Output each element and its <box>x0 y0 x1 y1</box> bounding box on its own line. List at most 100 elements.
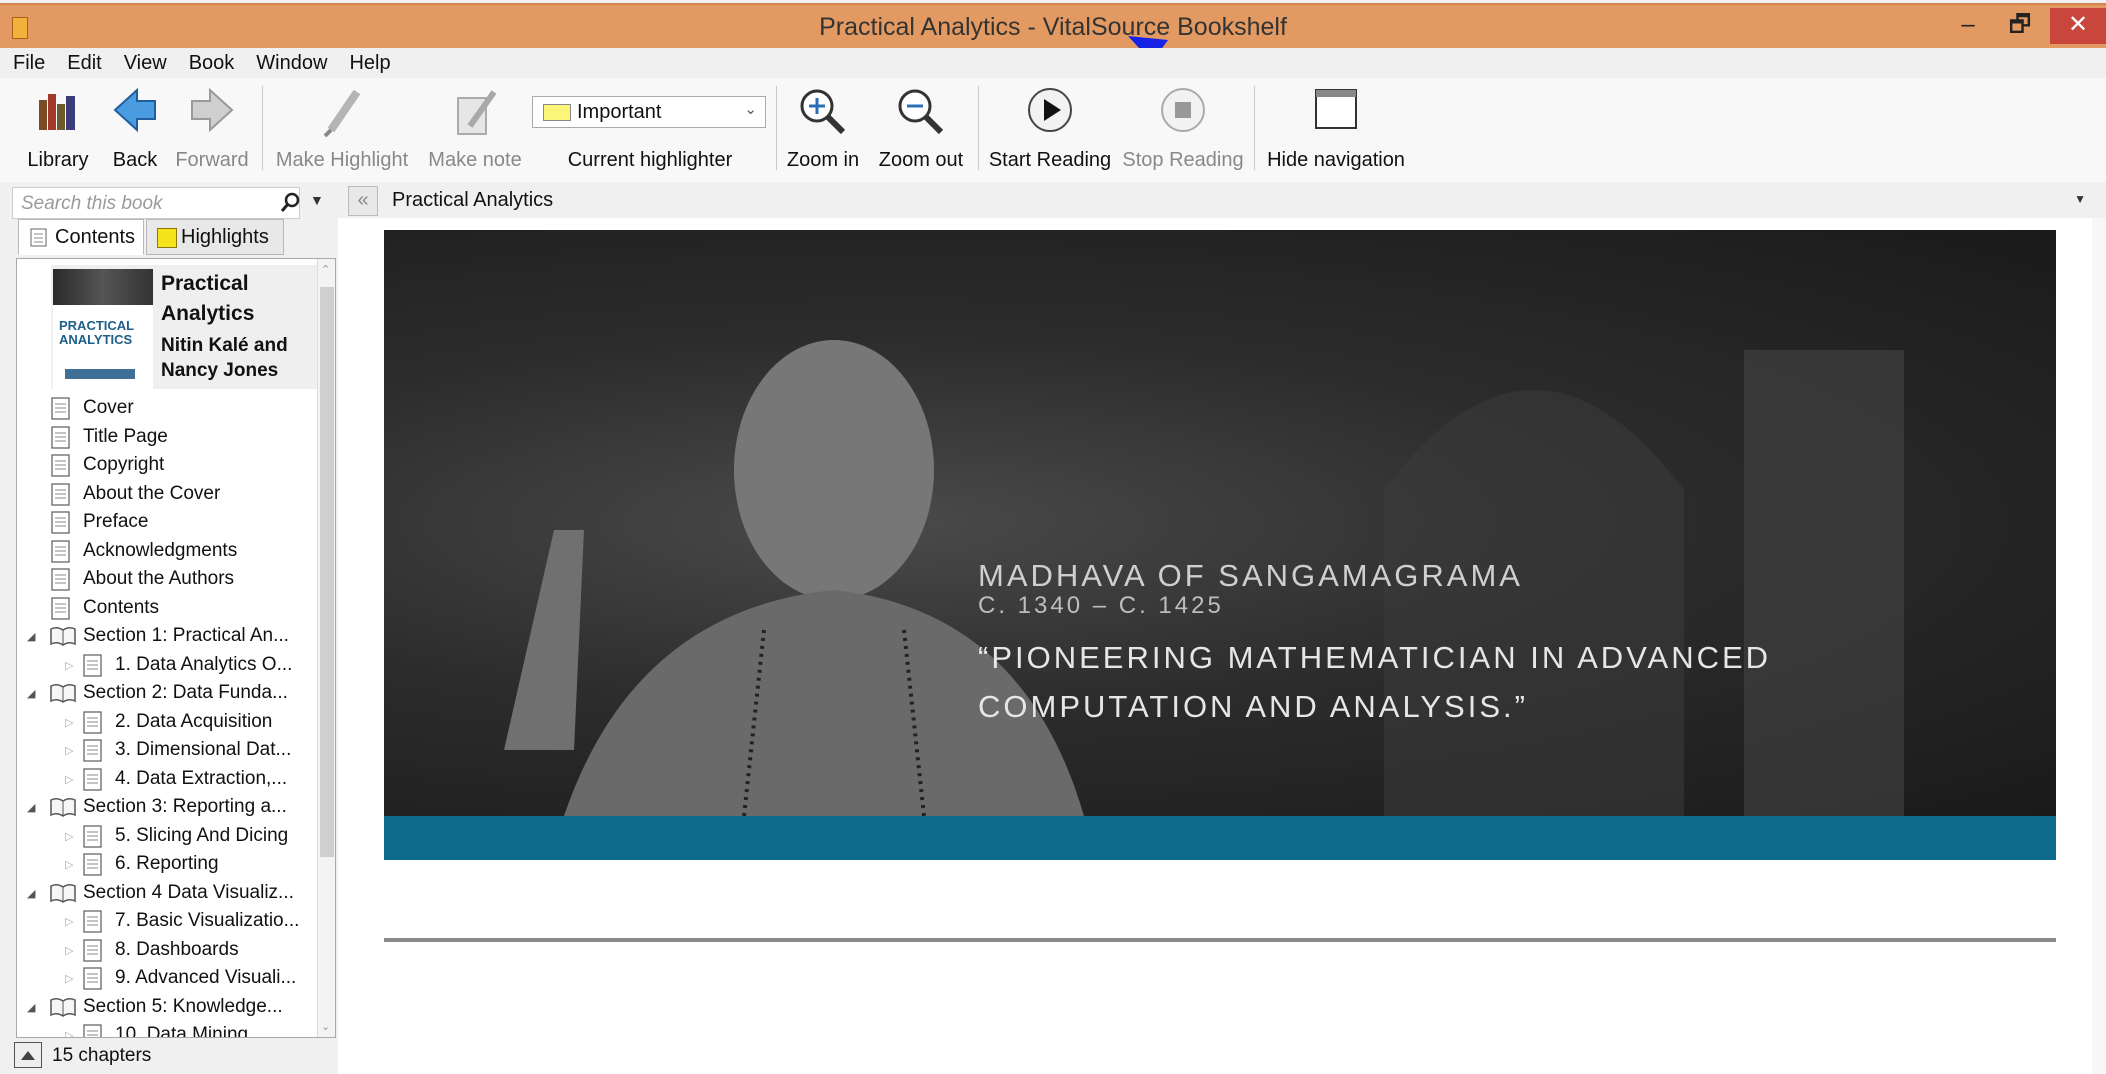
contents-tree: PRACTICAL ANALYTICS Practical Analytics Ni… <box>16 258 336 1038</box>
collapse-panel-button[interactable]: « <box>348 186 378 216</box>
tree-page-item[interactable]: Cover <box>17 395 317 423</box>
search-icon[interactable] <box>279 192 301 214</box>
close-button[interactable]: ✕ <box>2050 8 2106 44</box>
tree-page-item[interactable]: About the Cover <box>17 481 317 509</box>
tree-chapter-item[interactable]: ▷ 1. Data Analytics O... <box>17 652 317 680</box>
tree-chapter-item[interactable]: ▷ 8. Dashboards <box>17 937 317 965</box>
tree-item-label: Section 2: Data Funda... <box>83 682 288 703</box>
collapsed-triangle-icon[interactable]: ▷ <box>65 830 73 843</box>
collapsed-triangle-icon[interactable]: ▷ <box>65 972 73 985</box>
make-highlight-button[interactable]: Make Highlight <box>270 78 414 182</box>
tree-section-item[interactable]: ◢ Section 4 Data Visualiz... <box>17 880 317 908</box>
expanded-triangle-icon[interactable]: ◢ <box>27 630 35 643</box>
book-open-icon <box>50 683 76 703</box>
tree-chapter-item[interactable]: ▷ 3. Dimensional Dat... <box>17 737 317 765</box>
collapsed-triangle-icon[interactable]: ▷ <box>65 659 73 672</box>
zoom-out-icon <box>898 89 944 135</box>
page-icon <box>83 824 102 848</box>
tree-item-label: Section 1: Practical An... <box>83 625 289 646</box>
tree-chapter-item[interactable]: ▷ 2. Data Acquisition <box>17 709 317 737</box>
collapsed-triangle-icon[interactable]: ▷ <box>65 944 73 957</box>
tab-contents[interactable]: Contents <box>18 219 144 255</box>
tab-highlights[interactable]: Highlights <box>146 219 284 255</box>
tree-section-item[interactable]: ◢ Section 5: Knowledge... <box>17 994 317 1022</box>
expanded-triangle-icon[interactable]: ◢ <box>27 1001 35 1014</box>
expanded-triangle-icon[interactable]: ◢ <box>27 687 35 700</box>
menu-view[interactable]: View <box>111 48 176 75</box>
tree-page-item[interactable]: About the Authors <box>17 566 317 594</box>
menu-file[interactable]: File <box>0 48 54 75</box>
expanded-triangle-icon[interactable]: ◢ <box>27 887 35 900</box>
collapsed-triangle-icon[interactable]: ▷ <box>65 716 73 729</box>
book-cover-thumbnail: PRACTICAL ANALYTICS <box>53 269 153 389</box>
tree-item-label: 7. Basic Visualizatio... <box>115 910 300 931</box>
page-icon <box>83 910 102 933</box>
search-input[interactable]: Search this book <box>12 187 300 219</box>
page-icon <box>83 767 102 791</box>
make-note-button[interactable]: Make note <box>420 78 530 182</box>
menu-book[interactable]: Book <box>176 48 244 75</box>
tree-item-label: Title Page <box>83 425 168 447</box>
hide-navigation-button[interactable]: Hide navigation <box>1262 78 1410 182</box>
tree-page-item[interactable]: Copyright <box>17 452 317 480</box>
book-author: Nitin Kalé and Nancy Jones <box>161 335 288 381</box>
reader-scrollbar[interactable] <box>2092 218 2106 1074</box>
tree-page-item[interactable]: Title Page <box>17 424 317 452</box>
tree-chapter-item[interactable]: ▷ 7. Basic Visualizatio... <box>17 908 317 936</box>
window-panel-icon <box>1315 89 1357 129</box>
book-open-icon <box>50 626 76 646</box>
menu-bar: File Edit View Book Window Help <box>0 48 2106 78</box>
scrollbar-thumb[interactable] <box>320 287 334 857</box>
tree-item-label: Section 5: Knowledge... <box>83 995 283 1017</box>
library-button[interactable]: Library <box>16 78 100 182</box>
tree-chapter-item[interactable]: ▷ 4. Data Extraction,... <box>17 766 317 794</box>
tree-page-item[interactable]: Preface <box>17 509 317 537</box>
toolbar: Library Back Forward Make Highlight Make… <box>0 78 2106 183</box>
book-open-icon <box>50 883 76 903</box>
collapsed-triangle-icon[interactable]: ▷ <box>65 744 73 757</box>
zoom-in-button[interactable]: Zoom in <box>782 78 864 182</box>
page-icon <box>83 710 102 734</box>
cover-image: MADHAVA OF SANGAMAGRAMA C. 1340 – C. 142… <box>384 230 2056 816</box>
library-icon <box>39 94 75 130</box>
tree-scrollbar[interactable]: ⌃ ⌄ <box>317 259 335 1037</box>
tree-section-item[interactable]: ◢ Section 1: Practical An... <box>17 623 317 651</box>
cover-subject-name: MADHAVA OF SANGAMAGRAMA <box>978 558 1523 593</box>
book-header[interactable]: PRACTICAL ANALYTICS Practical Analytics Ni… <box>51 265 319 389</box>
stop-reading-button[interactable]: Stop Reading <box>1120 78 1246 182</box>
page-icon <box>51 511 70 534</box>
start-reading-button[interactable]: Start Reading <box>988 78 1112 182</box>
navigation-panel: Search this book ▼ Contents Highlights P… <box>0 182 338 1074</box>
menu-edit[interactable]: Edit <box>54 48 110 75</box>
collapsed-triangle-icon[interactable]: ▷ <box>65 858 73 871</box>
tree-chapter-item[interactable]: ▷ 5. Slicing And Dicing <box>17 823 317 851</box>
zoom-out-button[interactable]: Zoom out <box>874 78 968 182</box>
search-options-dropdown[interactable]: ▼ <box>310 192 324 208</box>
expanded-triangle-icon[interactable]: ◢ <box>27 801 35 814</box>
minimize-button[interactable]: – <box>1942 8 1994 44</box>
tree-section-item[interactable]: ◢ Section 2: Data Funda... <box>17 680 317 708</box>
highlighter-select[interactable]: Important ⌄ <box>532 96 766 128</box>
tree-item-label: 9. Advanced Visuali... <box>115 967 297 988</box>
tree-item-label: 2. Data Acquisition <box>115 710 273 732</box>
page-divider <box>384 938 2056 942</box>
tree-chapter-item[interactable]: ▷ 6. Reporting <box>17 851 317 879</box>
restore-button[interactable]: 🗗 <box>1994 8 2046 44</box>
menu-help[interactable]: Help <box>336 48 399 75</box>
menu-window[interactable]: Window <box>243 48 336 75</box>
collapsed-triangle-icon[interactable]: ▷ <box>65 915 73 928</box>
collapsed-triangle-icon[interactable]: ▷ <box>65 773 73 786</box>
tree-item-label: Section 3: Reporting a... <box>83 796 287 817</box>
back-button[interactable]: Back <box>106 78 164 182</box>
tree-section-item[interactable]: ◢ Section 3: Reporting a... <box>17 794 317 822</box>
expand-panel-icon[interactable] <box>14 1042 42 1068</box>
tree-item-label: 6. Reporting <box>115 853 219 874</box>
forward-button[interactable]: Forward <box>172 78 252 182</box>
tree-chapter-item[interactable]: ▷ 9. Advanced Visuali... <box>17 965 317 993</box>
tree-page-item[interactable]: Acknowledgments <box>17 538 317 566</box>
reader-options-dropdown[interactable]: ▼ <box>2074 192 2086 206</box>
reader-title: Practical Analytics <box>392 189 554 211</box>
tree-page-item[interactable]: Contents <box>17 595 317 623</box>
contents-page-icon <box>30 228 47 247</box>
play-icon <box>1028 88 1072 132</box>
